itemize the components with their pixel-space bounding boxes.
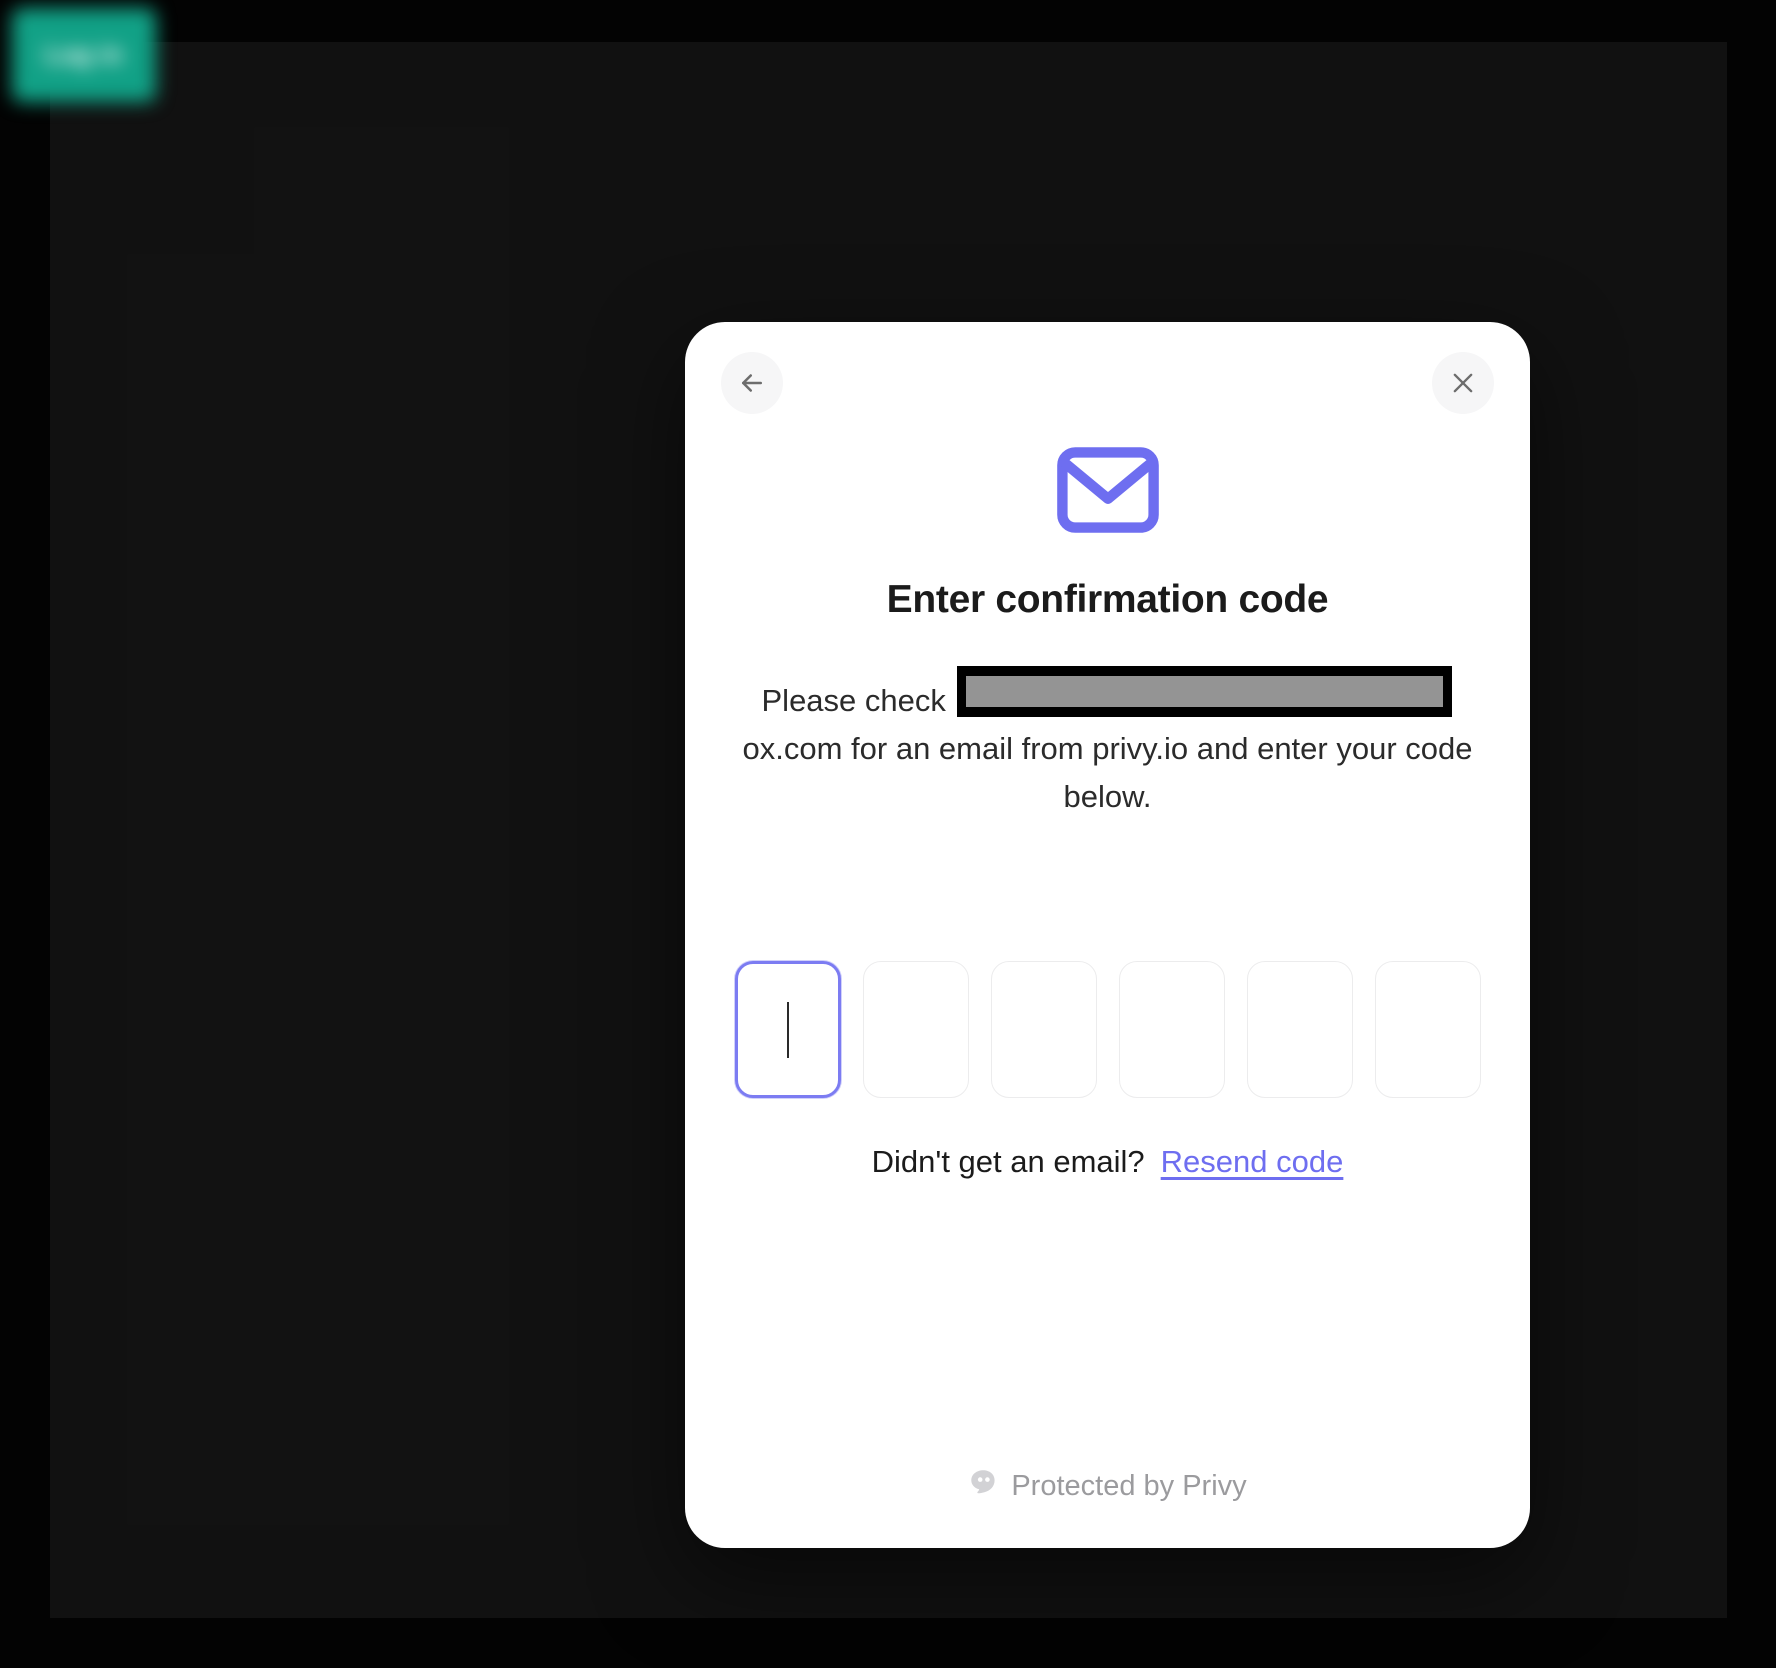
- close-icon: [1449, 369, 1477, 397]
- brand-badge-label: Log in: [45, 40, 123, 69]
- redacted-email-bar: [965, 676, 1443, 707]
- instruction-text: Please check ox.com for an email from pr…: [739, 666, 1476, 821]
- page-title: Enter confirmation code: [886, 578, 1329, 621]
- resend-row: Didn't get an email? Resend code: [685, 1144, 1530, 1180]
- otp-digit-5[interactable]: [1246, 961, 1353, 1098]
- otp-digit-2[interactable]: [862, 961, 969, 1098]
- hero-icon-container: [685, 446, 1530, 539]
- dialog-topbar: [685, 322, 1530, 432]
- otp-digit-4[interactable]: [1118, 961, 1225, 1098]
- otp-digit-3[interactable]: [990, 961, 1097, 1098]
- otp-input-group[interactable]: [685, 961, 1530, 1098]
- brand-badge[interactable]: Log in: [12, 8, 156, 102]
- privy-footer: Protected by Privy: [685, 1468, 1530, 1504]
- otp-digit-1[interactable]: [734, 961, 841, 1098]
- privy-ghost-icon: [968, 1468, 998, 1504]
- resend-code-link[interactable]: Resend code: [1161, 1144, 1344, 1180]
- close-button[interactable]: [1432, 352, 1494, 414]
- arrow-left-icon: [737, 368, 767, 398]
- privy-footer-label: Protected by Privy: [1011, 1469, 1247, 1502]
- instruction-prefix: Please check: [761, 683, 955, 718]
- text-caret: [786, 1001, 789, 1058]
- otp-digit-6[interactable]: [1374, 961, 1481, 1098]
- resend-question: Didn't get an email?: [871, 1144, 1145, 1179]
- page-root: Log in Enter confirmation code Please ch…: [0, 0, 1776, 1668]
- instruction-suffix: ox.com for an email from privy.io and en…: [742, 731, 1473, 814]
- confirmation-code-dialog: Enter confirmation code Please check ox.…: [685, 322, 1530, 1548]
- back-button[interactable]: [721, 352, 783, 414]
- envelope-icon: [1056, 446, 1160, 539]
- redacted-email: [956, 666, 1452, 717]
